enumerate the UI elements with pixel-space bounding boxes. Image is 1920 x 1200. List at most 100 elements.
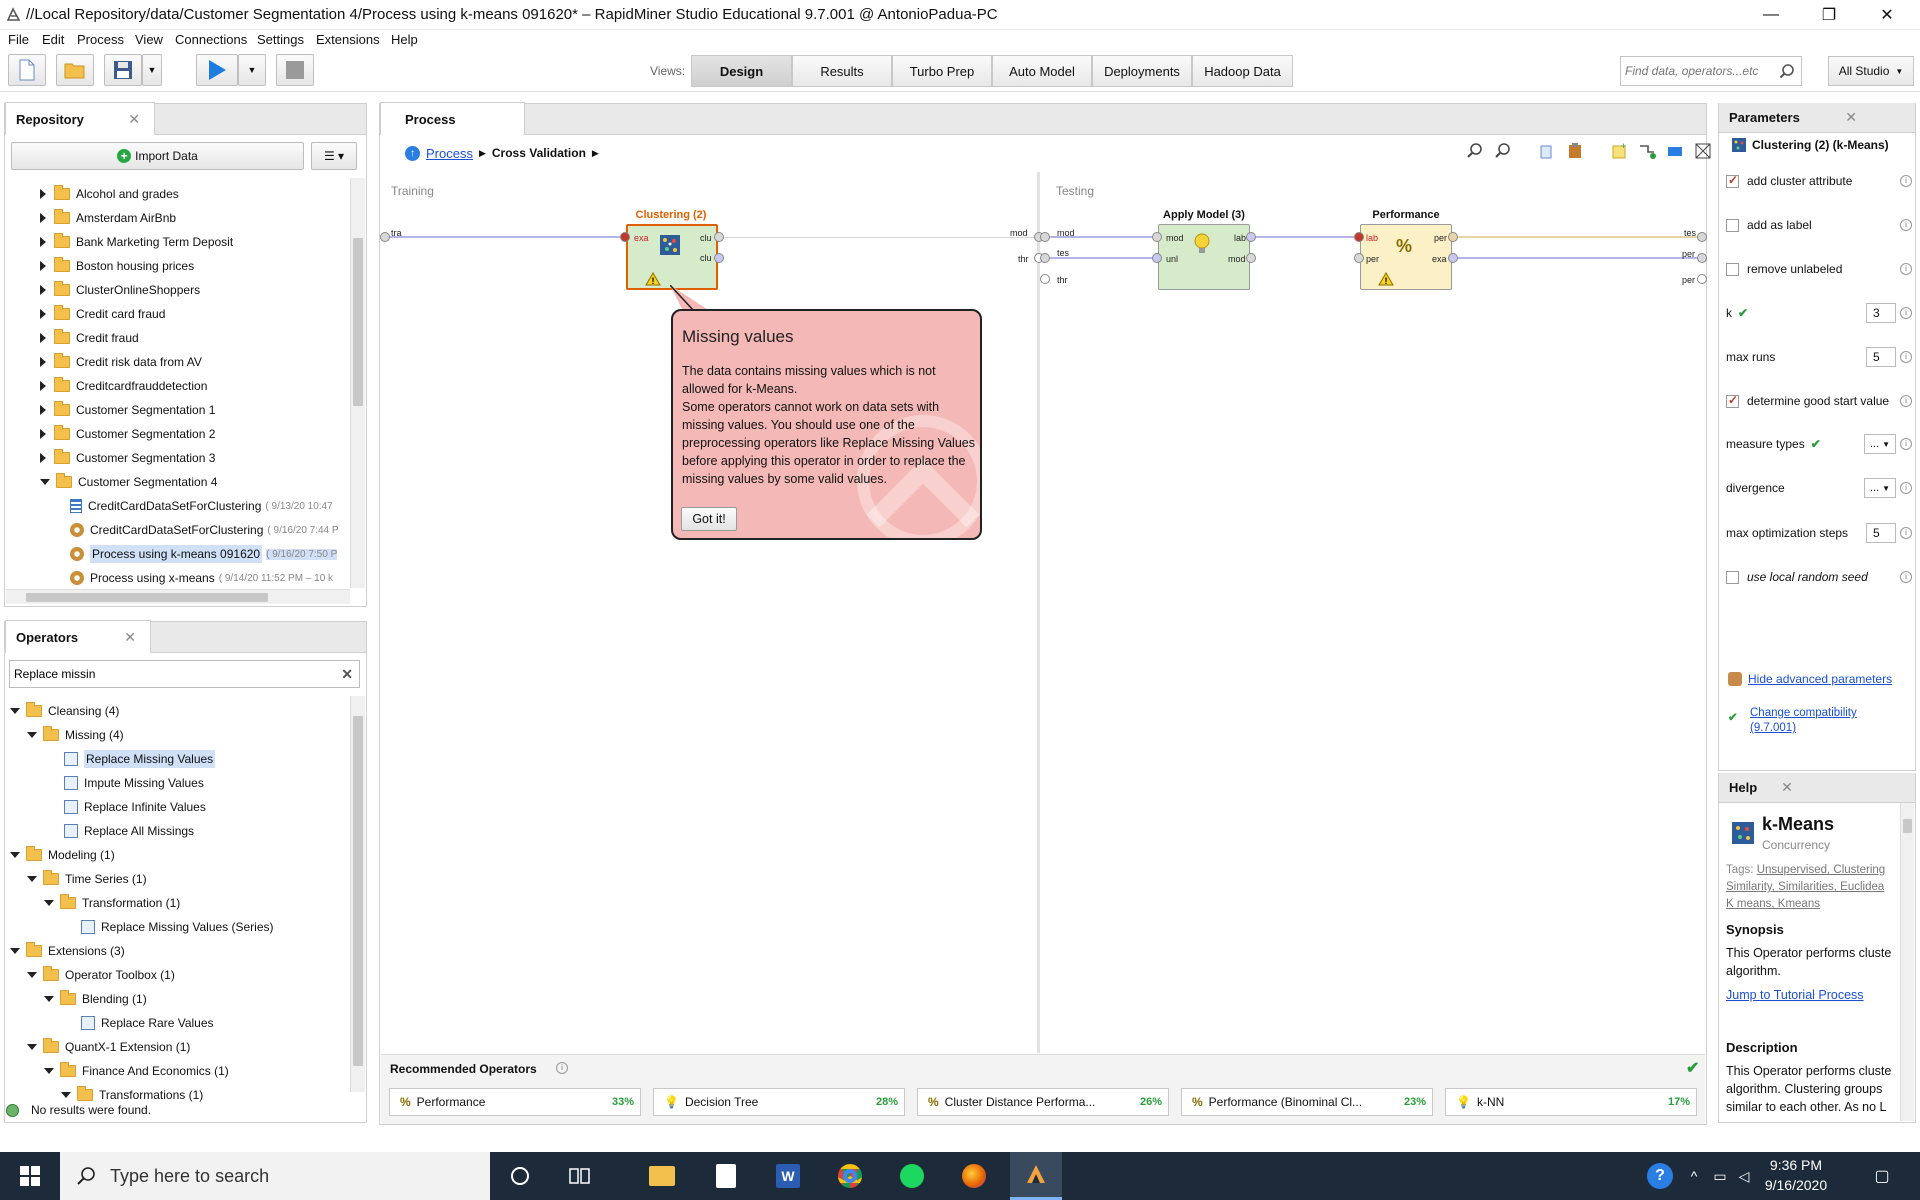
- operator-item[interactable]: Replace Infinite Values: [64, 796, 206, 818]
- auto-wire-icon[interactable]: [1638, 142, 1656, 163]
- operator-group[interactable]: Transformation (1): [44, 892, 180, 914]
- zoom-out-icon[interactable]: [1494, 142, 1512, 163]
- help-scrollbar[interactable]: [1900, 803, 1914, 1121]
- collapse-icon[interactable]: [10, 948, 20, 954]
- menu-settings[interactable]: Settings: [257, 32, 304, 47]
- expand-icon[interactable]: [40, 261, 46, 271]
- repository-item[interactable]: Customer Segmentation 4: [40, 471, 350, 493]
- windows-start-icon[interactable]: [14, 1160, 46, 1192]
- apply-port-unl[interactable]: [1152, 253, 1162, 263]
- operator-group[interactable]: Extensions (3): [10, 940, 125, 962]
- info-icon[interactable]: i: [1900, 307, 1912, 319]
- global-search[interactable]: [1620, 56, 1802, 86]
- repository-item[interactable]: Process using x-means( 9/14/20 11:52 PM …: [70, 567, 350, 589]
- parameter-input[interactable]: 5: [1866, 523, 1896, 543]
- tags-line3[interactable]: K means, Kmeans: [1726, 898, 1820, 910]
- view-tab-design[interactable]: Design: [691, 55, 792, 87]
- operators-tab[interactable]: Operators ✕: [5, 620, 151, 653]
- open-process-button[interactable]: [56, 54, 94, 86]
- operator-group[interactable]: QuantX-1 Extension (1): [27, 1036, 190, 1058]
- expand-icon[interactable]: [40, 237, 46, 247]
- close-window-button[interactable]: ✕: [1864, 0, 1910, 30]
- repository-item[interactable]: Credit card fraud: [40, 303, 350, 325]
- search-scope-dropdown[interactable]: All Studio ▼: [1828, 56, 1914, 86]
- spotify-icon[interactable]: [896, 1160, 928, 1192]
- expand-icon[interactable]: [40, 333, 46, 343]
- collapse-icon[interactable]: [10, 852, 20, 858]
- scrollbar-thumb[interactable]: [1903, 819, 1912, 833]
- help-tab[interactable]: Help ✕: [1719, 773, 1915, 803]
- menu-connections[interactable]: Connections: [175, 32, 247, 47]
- operators-scrollbar[interactable]: [350, 696, 365, 1092]
- operator-item[interactable]: Impute Missing Values: [64, 772, 204, 794]
- recommended-operator[interactable]: % Cluster Distance Performa... 26%: [917, 1088, 1169, 1116]
- search-icon[interactable]: [1779, 63, 1795, 82]
- expand-icon[interactable]: [40, 429, 46, 439]
- view-tab-hadoop-data[interactable]: Hadoop Data: [1192, 55, 1293, 87]
- parameter-input[interactable]: 5: [1866, 347, 1896, 367]
- run-process-button[interactable]: [196, 54, 238, 86]
- port-tra[interactable]: [380, 232, 390, 242]
- apply-port-mod-in[interactable]: [1152, 232, 1162, 242]
- close-icon[interactable]: ✕: [1781, 779, 1793, 796]
- operator-group[interactable]: Modeling (1): [10, 844, 115, 866]
- perf-port-per-in[interactable]: [1354, 253, 1364, 263]
- repository-item[interactable]: Credit risk data from AV: [40, 351, 350, 373]
- close-icon[interactable]: ✕: [1845, 109, 1857, 126]
- repository-hscrollbar[interactable]: [6, 589, 350, 604]
- operator-item[interactable]: Replace Rare Values: [81, 1012, 214, 1034]
- info-icon[interactable]: i: [1900, 351, 1912, 363]
- operator-group[interactable]: Cleansing (4): [10, 700, 119, 722]
- repository-menu-button[interactable]: ☰ ▾: [311, 142, 357, 170]
- clustering-port-clu2[interactable]: [714, 253, 724, 263]
- info-icon[interactable]: i: [1900, 571, 1912, 583]
- wire-clu-mod[interactable]: [722, 237, 1034, 238]
- parameter-dropdown[interactable]: ... ▼: [1864, 434, 1896, 454]
- recommended-operator[interactable]: % Performance (Binominal Cl... 23%: [1181, 1088, 1433, 1116]
- notifications-icon[interactable]: ▢: [1866, 1160, 1898, 1192]
- task-view-icon[interactable]: [564, 1160, 596, 1192]
- repository-item[interactable]: CreditCardDataSetForClustering( 9/13/20 …: [70, 495, 350, 517]
- operator-group[interactable]: Operator Toolbox (1): [27, 964, 175, 986]
- wire-tra-exa[interactable]: [386, 236, 626, 238]
- info-icon[interactable]: i: [1900, 175, 1912, 187]
- tags-line2[interactable]: Similarity, Similarities, Euclidea: [1726, 881, 1884, 893]
- expand-icon[interactable]: [40, 381, 46, 391]
- operator-group[interactable]: Blending (1): [44, 988, 147, 1010]
- perf-port-per-out[interactable]: [1448, 232, 1458, 242]
- collapse-icon[interactable]: [27, 1044, 37, 1050]
- repository-item[interactable]: Boston housing prices: [40, 255, 350, 277]
- collapse-icon[interactable]: [10, 708, 20, 714]
- operator-group[interactable]: Finance And Economics (1): [44, 1060, 229, 1082]
- warning-icon[interactable]: !: [1378, 272, 1394, 286]
- wire-perf-exa-out[interactable]: [1456, 257, 1701, 259]
- word-icon[interactable]: W: [772, 1160, 804, 1192]
- paste-icon[interactable]: [1566, 142, 1584, 163]
- test-port-per-out2[interactable]: [1697, 274, 1707, 284]
- global-search-input[interactable]: [1625, 58, 1775, 84]
- collapse-icon[interactable]: [61, 1092, 71, 1098]
- chrome-icon[interactable]: [834, 1160, 866, 1192]
- file-explorer-icon[interactable]: [646, 1160, 678, 1192]
- view-tab-turbo-prep[interactable]: Turbo Prep: [892, 55, 992, 87]
- apply-port-lab[interactable]: [1246, 232, 1256, 242]
- breadcrumb-process-link[interactable]: Process: [426, 146, 473, 161]
- warning-icon[interactable]: !: [645, 272, 661, 286]
- menu-edit[interactable]: Edit: [42, 32, 64, 47]
- save-process-button[interactable]: [104, 54, 142, 86]
- firefox-icon[interactable]: [958, 1160, 990, 1192]
- expand-icon[interactable]: [40, 453, 46, 463]
- parameter-checkbox[interactable]: [1726, 393, 1739, 408]
- recommended-operator[interactable]: % Performance 33%: [389, 1088, 641, 1116]
- clustering-port-clu1[interactable]: [714, 232, 724, 242]
- expand-icon[interactable]: [40, 357, 46, 367]
- operator-item[interactable]: Replace Missing Values: [64, 748, 216, 770]
- repository-item[interactable]: Amsterdam AirBnb: [40, 207, 350, 229]
- hide-advanced-link[interactable]: Hide advanced parameters: [1748, 672, 1892, 686]
- testing-subprocess[interactable]: [1046, 172, 1705, 1053]
- operator-group[interactable]: Missing (4): [27, 724, 124, 746]
- info-icon[interactable]: i: [1900, 527, 1912, 539]
- expand-icon[interactable]: [40, 285, 46, 295]
- repository-item[interactable]: Customer Segmentation 2: [40, 423, 350, 445]
- repository-item[interactable]: ClusterOnlineShoppers: [40, 279, 350, 301]
